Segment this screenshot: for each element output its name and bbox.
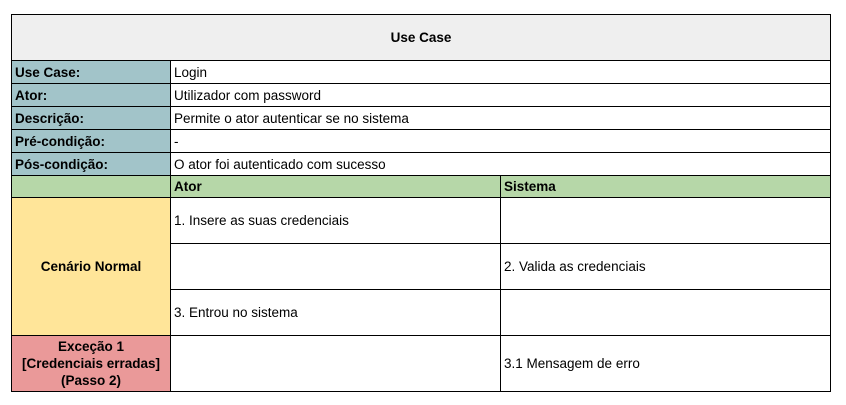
exception-title: Exceção 1: [57, 339, 125, 354]
step-system-cell: [499, 197, 832, 244]
exception-row: Exceção 1 [Credenciais erradas] (Passo 2…: [11, 335, 832, 392]
field-value: Permite o ator autenticar se no sistema: [169, 106, 832, 130]
field-label: Pré-condição:: [11, 129, 171, 153]
header-empty-cell: [11, 175, 171, 198]
field-label: Ator:: [11, 83, 171, 107]
field-label: Descrição:: [11, 106, 171, 130]
normal-scenario-label: Cenário Normal: [11, 197, 171, 336]
field-row-actor: Ator: Utilizador com password: [11, 83, 832, 107]
exception-system-cell: 3.1 Mensagem de erro: [499, 335, 832, 392]
exception-label: Exceção 1 [Credenciais erradas] (Passo 2…: [11, 335, 171, 392]
scenario-step-row: Cenário Normal 1. Insere as suas credenc…: [11, 197, 832, 336]
field-row-use-case: Use Case: Login: [11, 60, 832, 84]
field-value: O ator foi autenticado com sucesso: [169, 152, 832, 176]
columns-header-row: Ator Sistema: [11, 175, 832, 198]
exception-actor-cell: [170, 335, 501, 392]
step-system-cell: [499, 289, 832, 336]
step-actor-cell: 3. Entrou no sistema: [170, 289, 501, 336]
field-row-postcondition: Pós-condição: O ator foi autenticado com…: [11, 152, 832, 176]
step-actor-cell: 1. Insere as suas credenciais: [170, 197, 501, 244]
field-value: -: [169, 129, 832, 153]
field-label: Use Case:: [11, 60, 171, 84]
exception-condition: [Credenciais erradas]: [21, 356, 161, 371]
field-row-precondition: Pré-condição: -: [11, 129, 832, 153]
field-value: Login: [169, 60, 832, 84]
column-header-actor: Ator: [170, 175, 501, 198]
title-row: Use Case: [10, 14, 832, 61]
field-label: Pós-condição:: [11, 152, 171, 176]
step-actor-cell: [170, 243, 501, 290]
field-value: Utilizador com password: [169, 83, 832, 107]
use-case-table: Use Case Use Case: Login Ator: Utilizado…: [10, 14, 832, 392]
exception-step-ref: (Passo 2): [60, 373, 122, 388]
step-system-cell: 2. Valida as credenciais: [499, 243, 832, 290]
table-title: Use Case: [10, 14, 832, 61]
field-row-description: Descrição: Permite o ator autenticar se …: [11, 106, 832, 130]
column-header-system: Sistema: [499, 175, 832, 198]
